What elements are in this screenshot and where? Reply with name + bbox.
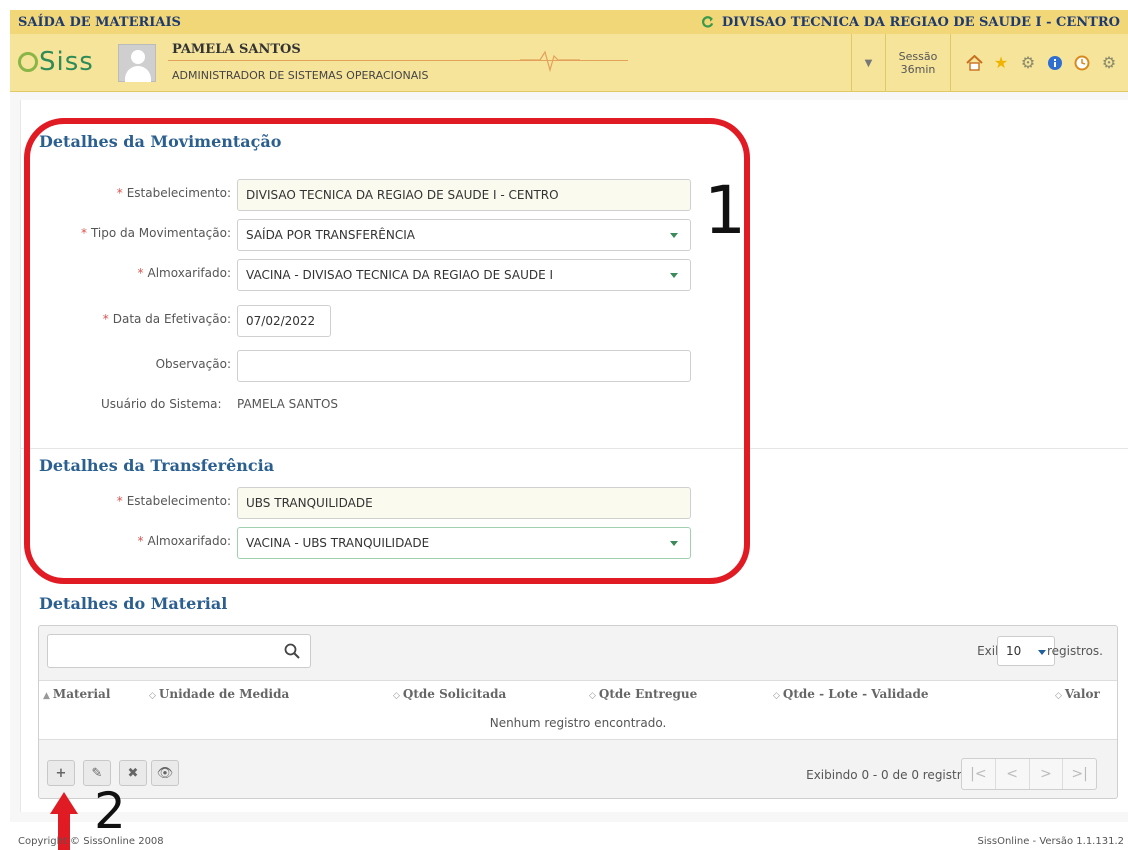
col-unidade[interactable]: ◇ Unidade de Medida [149, 687, 289, 701]
session-timer: Sessão 36min [885, 34, 951, 92]
material-grid: Exibir 10 registros. ▲ Material ◇ Unidade … [38, 625, 1118, 799]
unit-name: DIVISAO TECNICA DA REGIAO DE SAUDE I - C… [721, 14, 1120, 30]
observacao-input[interactable] [237, 350, 691, 382]
info-icon[interactable] [1046, 54, 1064, 72]
section-divider [21, 448, 1128, 449]
col-qtde-solicitada[interactable]: ◇ Qtde Solicitada [393, 687, 506, 701]
almoxarifado-select[interactable]: VACINA - DIVISAO TECNICA DA REGIAO DE SA… [237, 259, 691, 291]
label-estabelecimento-destino: * Estabelecimento: [116, 494, 231, 508]
label-usuario-sistema: Usuário do Sistema: [101, 397, 222, 411]
star-icon[interactable]: ★ [992, 54, 1010, 72]
col-valor[interactable]: ◇ Valor [1055, 687, 1100, 701]
label-almoxarifado-destino: * Almoxarifado: [137, 534, 231, 548]
annotation-number-1: 1 [704, 172, 746, 249]
add-button[interactable]: + [47, 760, 75, 786]
heartbeat-icon [520, 50, 580, 73]
unit-selector[interactable]: DIVISAO TECNICA DA REGIAO DE SAUDE I - C… [701, 15, 1120, 30]
section-title-movimentacao: Detalhes da Movimentação [39, 132, 282, 151]
header-icons: ★ ⚙ ⚙ [951, 54, 1128, 72]
logo-circle-icon [18, 52, 38, 72]
col-material[interactable]: ▲ Material [43, 687, 110, 701]
tipo-movimentacao-select[interactable]: SAÍDA POR TRANSFERÊNCIA [237, 219, 691, 251]
label-estabelecimento: * Estabelecimento: [116, 186, 231, 200]
col-lote-validade[interactable]: ◇ Qtde - Lote - Validade [773, 687, 929, 701]
next-page-button[interactable]: > [1030, 759, 1064, 789]
data-efetivacao-input[interactable]: 07/02/2022 [237, 305, 331, 337]
label-tipo-movimentacao: * Tipo da Movimentação: [80, 226, 231, 240]
menu-dropdown[interactable]: ▼ [851, 34, 885, 92]
history-icon[interactable] [1073, 54, 1091, 72]
refresh-icon[interactable] [701, 15, 714, 29]
user-name: PAMELA SANTOS [172, 42, 301, 57]
view-button[interactable]: 👁 [151, 760, 179, 786]
gear-icon[interactable]: ⚙ [1100, 54, 1118, 72]
label-almoxarifado: * Almoxarifado: [137, 266, 231, 280]
pagination: |< < > >| [961, 758, 1097, 790]
chevron-down-icon [670, 273, 678, 278]
first-page-button[interactable]: |< [962, 759, 996, 789]
section-title-material: Detalhes do Material [39, 594, 228, 613]
siss-logo[interactable]: Siss [18, 47, 94, 77]
footer: Copyright © SissOnline 2008 SissOnline -… [0, 830, 1128, 850]
pencil-icon: ✎ [91, 765, 103, 781]
estabelecimento-field[interactable]: DIVISAO TECNICA DA REGIAO DE SAUDE I - C… [237, 179, 691, 211]
title-bar: SAÍDA DE MATERIAIS DIVISAO TECNICA DA RE… [10, 10, 1128, 34]
chevron-down-icon [1038, 650, 1046, 655]
label-data-efetivacao: * Data da Efetivação: [102, 312, 231, 326]
close-icon: ✖ [127, 765, 139, 781]
almoxarifado-destino-select[interactable]: VACINA - UBS TRANQUILIDADE [237, 527, 691, 559]
annotation-number-2: 2 [94, 782, 126, 840]
app-header: Siss PAMELA SANTOS ADMINISTRADOR DE SIST… [10, 34, 1128, 92]
home-icon[interactable] [965, 54, 983, 72]
eye-icon: 👁 [156, 765, 174, 781]
last-page-button[interactable]: >| [1063, 759, 1096, 789]
module-title: SAÍDA DE MATERIAIS [18, 14, 181, 30]
plus-icon: + [55, 765, 67, 781]
estabelecimento-destino-field[interactable]: UBS TRANQUILIDADE [237, 487, 691, 519]
col-qtde-entregue[interactable]: ◇ Qtde Entregue [589, 687, 697, 701]
prev-page-button[interactable]: < [996, 759, 1030, 789]
copyright-text: Copyright © SissOnline 2008 [18, 836, 164, 847]
empty-message: Nenhum registro encontrado. [39, 710, 1117, 740]
table-header: ▲ Material ◇ Unidade de Medida ◇ Qtde Solic… [39, 680, 1117, 710]
pagination-info: Exibindo 0 - 0 de 0 registros [806, 768, 975, 782]
label-observacao: Observação: [155, 357, 231, 371]
session-time: 36min [900, 63, 936, 76]
version-text: SissOnline - Versão 1.1.131.2 [977, 836, 1124, 847]
material-search-input[interactable] [47, 634, 311, 668]
user-role: ADMINISTRADOR DE SISTEMAS OPERACIONAIS [172, 69, 429, 82]
session-label: Sessão [898, 50, 938, 63]
caret-down-icon: ▼ [864, 57, 873, 69]
search-icon[interactable] [284, 643, 300, 659]
usuario-sistema-value: PAMELA SANTOS [237, 397, 339, 411]
registros-label: registros. [1046, 644, 1103, 658]
settings-icon[interactable]: ⚙ [1019, 54, 1037, 72]
section-title-transferencia: Detalhes da Transferência [39, 456, 275, 475]
chevron-down-icon [670, 233, 678, 238]
header-controls: ▼ Sessão 36min ★ ⚙ ⚙ [851, 34, 1128, 92]
chevron-down-icon [670, 541, 678, 546]
avatar[interactable] [118, 44, 156, 82]
